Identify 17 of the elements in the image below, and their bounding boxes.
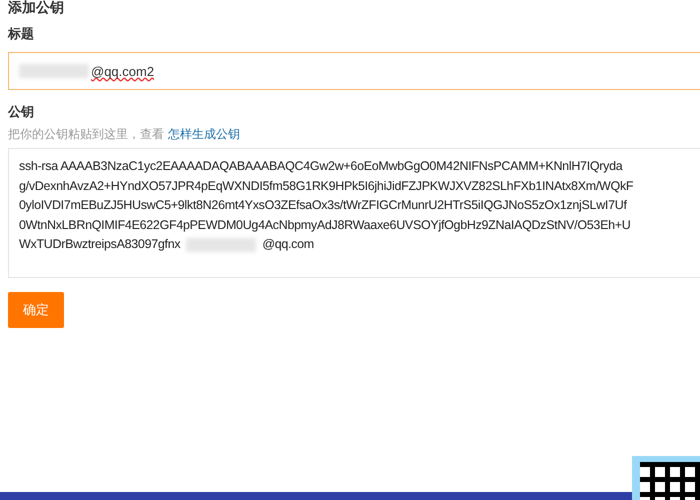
key-text-line: 0yloIVDI7mEBuZJ5HUswC5+9lkt8N26mt4YxsO3ZEfsaOx3s/tWrZFIGCrMunrU2HTrS5iIQGJNoS5zOx1znjSLwI7Uf bbox=[19, 197, 627, 214]
blurred-text bbox=[19, 64, 89, 78]
help-link[interactable]: 怎样生成公钥 bbox=[168, 126, 240, 142]
key-text-line: WxTUDrBwztreipsA83097gfnx bbox=[19, 236, 180, 253]
field-label: 公钥 bbox=[8, 104, 34, 122]
key-text-line: g/vDexnhAvzA2+HYndXO57JPR4pEqWXNDI5fm58G1RK9HPk5I6jhiJidFZJPKWJXVZ82SLhFXb1INAtx8Xm/WQkF bbox=[19, 178, 634, 195]
title-input-field[interactable]: @qq.com2 bbox=[8, 52, 700, 90]
section-heading: 添加公钥 bbox=[8, 0, 64, 16]
field-label: 标题 bbox=[8, 26, 34, 44]
qr-code-icon bbox=[640, 462, 700, 500]
key-text-line: 0WtnNxLBRnQIMIF4E622GF4pPEWDM0Ug4AcNbpmyAdJ8RWaaxe6UVSOYjfOgbHz9ZNaIAQDzStNV/O53Eh+U bbox=[19, 216, 630, 234]
key-text-line: ssh-rsa AAAAB3NzaC1yc2EAAAADAQABAAABAQC4Gw2w+6oEoMwbGgO0M42NIFNsPCAMM+KNnlH7IQryda bbox=[19, 158, 622, 175]
blurred-text bbox=[186, 238, 256, 252]
key-text-line: @qq.com bbox=[262, 236, 314, 253]
key-text-area[interactable] bbox=[8, 148, 700, 278]
hint-text: 把你的公钥粘贴到这里，查看 bbox=[8, 126, 164, 142]
input-value: @qq.com2 bbox=[91, 64, 154, 78]
